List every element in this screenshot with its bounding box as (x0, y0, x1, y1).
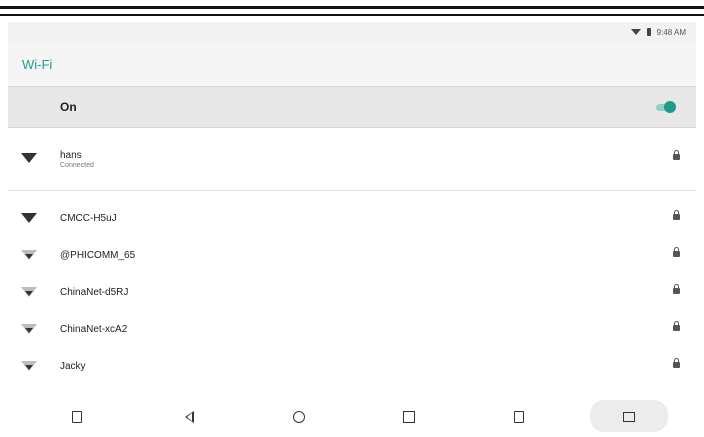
network-item-cmcc-h5uj[interactable]: CMCC-H5uJ (8, 200, 696, 236)
wifi-signal-icon (21, 153, 37, 163)
app-bar: Wi-Fi (8, 42, 696, 86)
lock-icon (673, 358, 680, 368)
network-name: ChinaNet-xcA2 (60, 323, 128, 335)
home-icon[interactable] (286, 406, 312, 428)
page-title: Wi-Fi (22, 56, 53, 72)
wifi-signal-icon (21, 287, 37, 297)
recents-icon[interactable] (396, 406, 422, 428)
network-name: @PHICOMM_65 (60, 249, 136, 261)
wifi-signal-icon (21, 213, 37, 223)
divider (8, 190, 696, 191)
wifi-toggle-switch[interactable] (654, 101, 676, 113)
lock-icon (673, 247, 680, 257)
network-name: Jacky (60, 360, 86, 372)
wifi-signal-icon (21, 250, 37, 260)
wifi-signal-icon (21, 361, 37, 371)
wifi-icon (630, 29, 641, 35)
network-item-chinanet-d5rj[interactable]: ChinaNet-d5RJ (8, 274, 696, 310)
volume-down-icon[interactable] (64, 406, 90, 428)
status-bar: 9:48 AM (8, 22, 696, 42)
network-item-jacky[interactable]: Jacky (8, 348, 696, 384)
back-icon[interactable] (176, 406, 202, 428)
lock-icon (673, 210, 680, 220)
lock-icon (673, 284, 680, 294)
screenshot-icon[interactable] (616, 406, 642, 428)
lock-icon (673, 321, 680, 331)
network-name: ChinaNet-d5RJ (60, 286, 129, 298)
top-rule (0, 6, 704, 9)
network-item-chinanet-xca2[interactable]: ChinaNet-xcA2 (8, 311, 696, 347)
wifi-master-switch-row[interactable]: On (8, 86, 696, 128)
network-name: hans (60, 150, 82, 161)
lock-icon (673, 150, 680, 160)
wifi-signal-icon (21, 324, 37, 334)
wifi-master-label: On (60, 100, 77, 114)
navigation-bar (0, 398, 704, 437)
battery-icon (646, 28, 651, 36)
network-status: Connected (60, 162, 94, 169)
volume-up-icon[interactable] (506, 406, 532, 428)
top-rule-thin (0, 14, 704, 16)
status-time: 9:48 AM (656, 27, 686, 37)
network-item-hans[interactable]: hans Connected (8, 140, 696, 176)
toggle-knob (664, 101, 676, 113)
network-item-phicomm-65[interactable]: @PHICOMM_65 (8, 237, 696, 273)
network-name: CMCC-H5uJ (60, 212, 117, 224)
